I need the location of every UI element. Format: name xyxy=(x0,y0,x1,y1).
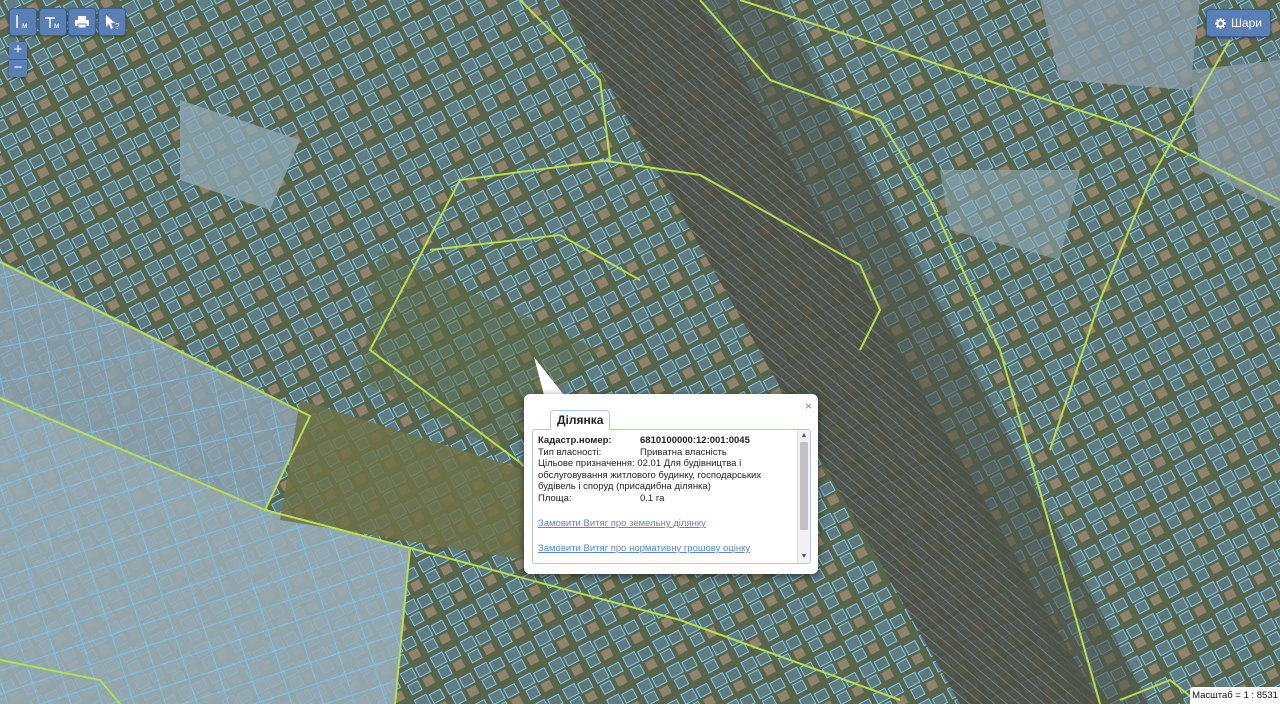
svg-text:м: м xyxy=(54,21,60,30)
print-button[interactable] xyxy=(68,8,96,36)
layers-button[interactable]: Шари xyxy=(1205,9,1271,37)
scroll-up-icon[interactable]: ▲ xyxy=(798,430,810,442)
area-row: Площа: 0.1 га xyxy=(538,493,796,505)
scroll-thumb[interactable] xyxy=(800,442,808,530)
svg-text:?: ? xyxy=(115,22,120,30)
order-land-extract-link[interactable]: Замовити Витяг про земельну ділянку xyxy=(538,518,796,529)
tab-parcel[interactable]: Ділянка xyxy=(550,410,611,430)
zoom-out-button[interactable]: − xyxy=(9,59,27,77)
purpose-row: Цільове призначення: 02.01 Для будівницт… xyxy=(538,458,796,493)
map-scale: Масштаб = 1 : 8531 xyxy=(1190,687,1280,704)
parcel-popup: × Ділянка Кадастр.номер: 6810100000:12:0… xyxy=(524,394,818,574)
measure-distance-button[interactable]: м xyxy=(9,8,37,36)
layers-button-label: Шари xyxy=(1230,16,1262,30)
cadastral-label: Кадастр.номер: xyxy=(538,435,612,446)
zoom-in-button[interactable]: + xyxy=(9,42,27,59)
ownership-row: Тип власності: Приватна власність xyxy=(538,447,796,459)
ownership-label: Тип власності: xyxy=(538,446,602,458)
ruler-icon: м xyxy=(16,15,28,30)
cadastral-value: 6810100000:12:001:0045 xyxy=(640,435,750,446)
ownership-value: Приватна власність xyxy=(640,446,727,458)
popup-scrollbar[interactable]: ▲ ▼ xyxy=(797,430,810,563)
purpose-label: Цільове призначення: xyxy=(538,458,635,469)
tools-toolbar: ? xyxy=(68,8,126,36)
printer-icon xyxy=(75,16,89,29)
area-label: Площа: xyxy=(538,492,572,504)
parcel-info-panel: Кадастр.номер: 6810100000:12:001:0045 Ти… xyxy=(532,429,811,564)
close-icon[interactable]: × xyxy=(805,399,812,413)
cadastral-row: Кадастр.номер: 6810100000:12:001:0045 xyxy=(538,435,796,447)
scroll-down-icon[interactable]: ▼ xyxy=(798,551,810,563)
cursor-question-icon: ? xyxy=(106,15,120,30)
measure-area-button[interactable]: м xyxy=(39,8,67,36)
area-ruler-icon: м xyxy=(45,17,60,30)
area-value: 0.1 га xyxy=(640,492,665,504)
identify-button[interactable]: ? xyxy=(98,8,126,36)
map-canvas[interactable] xyxy=(0,0,1280,704)
order-valuation-extract-link[interactable]: Замовити Витяг про нормативну грошову оц… xyxy=(538,543,796,554)
parcel-info-content: Кадастр.номер: 6810100000:12:001:0045 Ти… xyxy=(538,435,796,554)
measure-toolbar: м м xyxy=(9,8,67,36)
zoom-control: + − xyxy=(9,42,27,77)
svg-text:м: м xyxy=(22,21,28,30)
gear-icon xyxy=(1214,17,1226,29)
